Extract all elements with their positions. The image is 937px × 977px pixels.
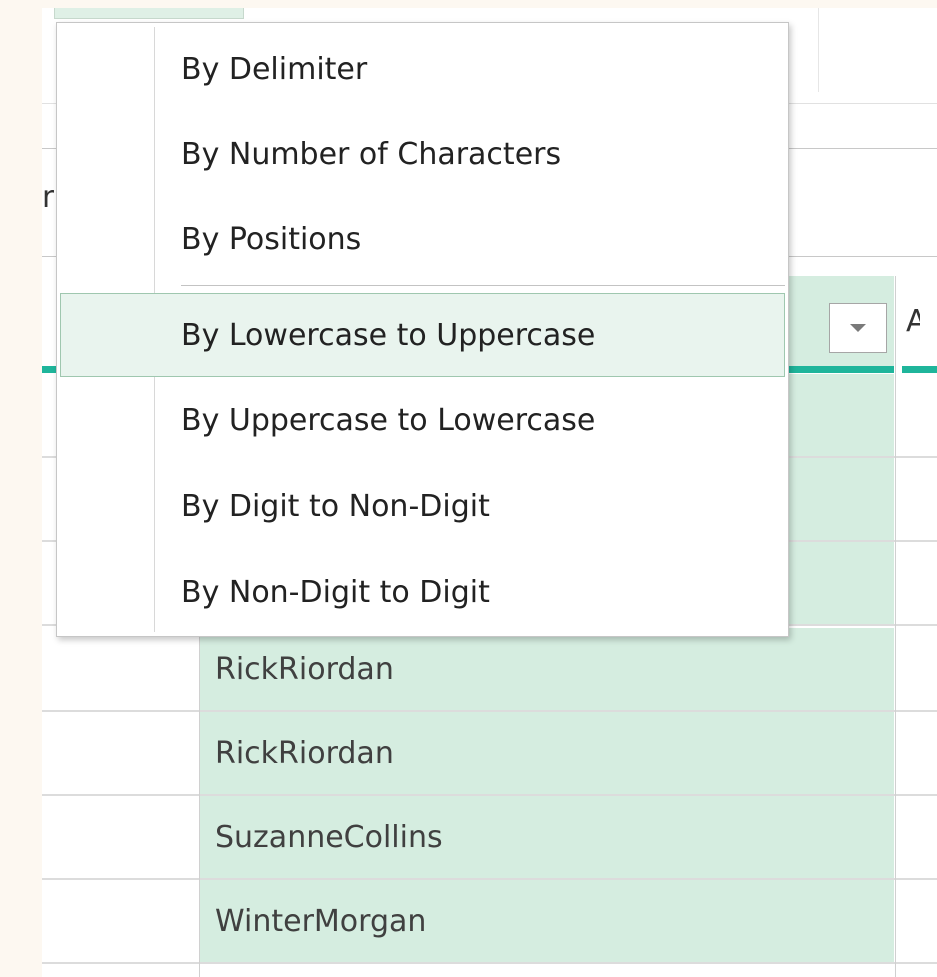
menu-item-by-digit-to-non-digit[interactable]: By Digit to Non-Digit bbox=[60, 464, 785, 548]
menu-item-by-lowercase-to-uppercase[interactable]: By Lowercase to Uppercase bbox=[60, 293, 785, 377]
menu-separator bbox=[181, 285, 785, 286]
table-cell[interactable]: WinterMorgan bbox=[200, 880, 894, 962]
menu-item-by-uppercase-to-lowercase[interactable]: By Uppercase to Lowercase bbox=[60, 378, 785, 462]
menu-item-by-non-digit-to-digit[interactable]: By Non-Digit to Digit bbox=[60, 550, 785, 634]
table-row[interactable]: SuzanneCollins bbox=[42, 796, 937, 880]
split-column-menu: By Delimiter By Number of Characters By … bbox=[56, 22, 789, 637]
clipped-label: n bbox=[42, 183, 54, 213]
menu-item-by-positions[interactable]: By Positions bbox=[60, 197, 785, 281]
column-filter-button[interactable] bbox=[829, 303, 887, 353]
chevron-down-icon bbox=[850, 324, 866, 332]
table-cell[interactable]: RickRiordan bbox=[200, 712, 894, 794]
table-cell[interactable]: RickRiordan bbox=[200, 628, 894, 710]
next-column-quality-bar bbox=[902, 366, 937, 373]
table-row[interactable]: RickRiordan bbox=[42, 628, 937, 712]
table-row[interactable]: RickRiordan bbox=[42, 712, 937, 796]
split-column-ribbon-button[interactable] bbox=[54, 8, 244, 19]
menu-item-by-delimiter[interactable]: By Delimiter bbox=[60, 27, 785, 111]
ribbon-separator bbox=[818, 8, 819, 92]
menu-item-by-number-of-characters[interactable]: By Number of Characters bbox=[60, 112, 785, 196]
table-row[interactable]: WinterMorgan bbox=[42, 880, 937, 964]
table-cell[interactable]: SuzanneCollins bbox=[200, 796, 894, 878]
column-divider[interactable] bbox=[895, 276, 896, 977]
next-column-header-label[interactable]: A bbox=[906, 304, 920, 339]
